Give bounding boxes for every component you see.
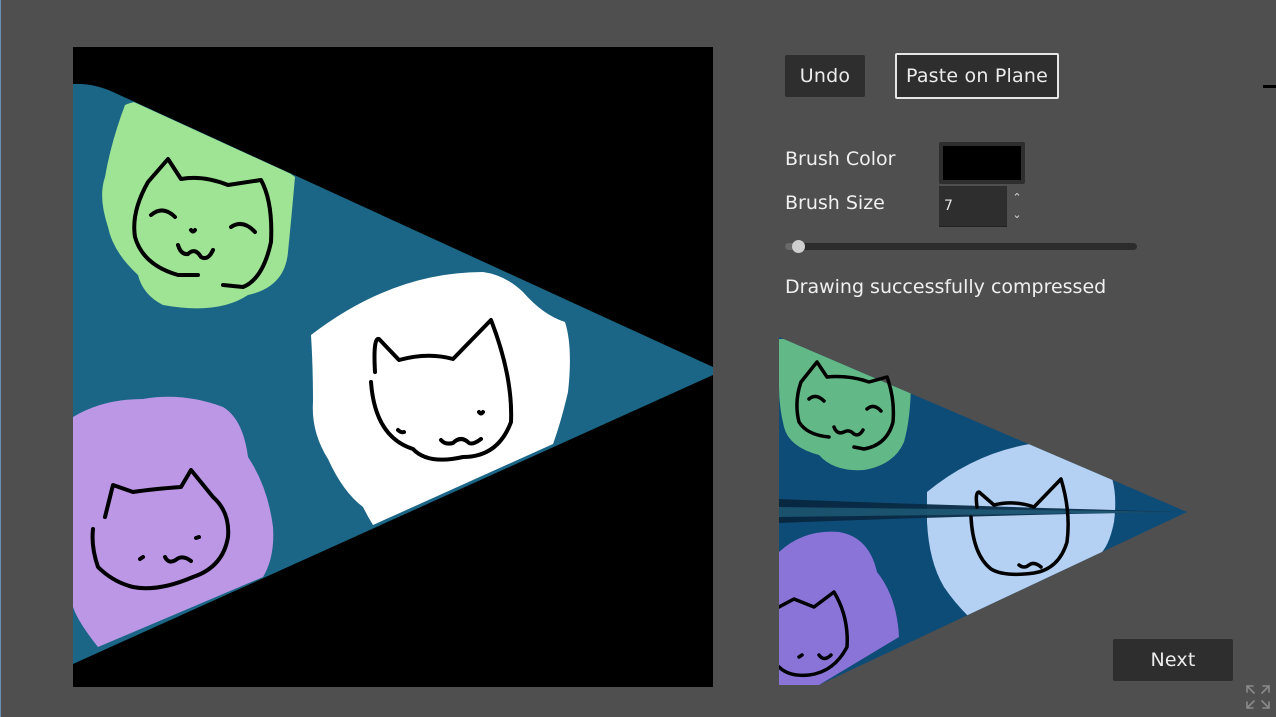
- brush-size-label: Brush Size: [785, 192, 885, 214]
- status-message: Drawing successfully compressed: [785, 276, 1107, 298]
- edge-marker: [1263, 85, 1276, 88]
- preview-svg: [779, 337, 1187, 685]
- brush-color-picker[interactable]: [939, 142, 1025, 184]
- chevron-up-icon[interactable]: ⌃: [1010, 191, 1024, 205]
- chevron-down-icon[interactable]: ⌄: [1010, 208, 1024, 222]
- brush-color-label: Brush Color: [785, 148, 896, 170]
- app-window: Undo Paste on Plane Brush Color Brush Si…: [0, 0, 1276, 717]
- brush-size-slider[interactable]: [785, 243, 1137, 250]
- brush-size-input[interactable]: [939, 186, 1007, 227]
- undo-button[interactable]: Undo: [785, 55, 865, 97]
- slider-handle[interactable]: [792, 240, 805, 253]
- next-button[interactable]: Next: [1113, 639, 1233, 681]
- fullscreen-icon[interactable]: [1244, 683, 1272, 711]
- paste-on-plane-button[interactable]: Paste on Plane: [895, 53, 1059, 99]
- drawing-svg: [73, 47, 713, 687]
- brush-color-swatch: [943, 146, 1021, 180]
- drawing-canvas[interactable]: [73, 47, 713, 687]
- compressed-preview: [779, 337, 1199, 685]
